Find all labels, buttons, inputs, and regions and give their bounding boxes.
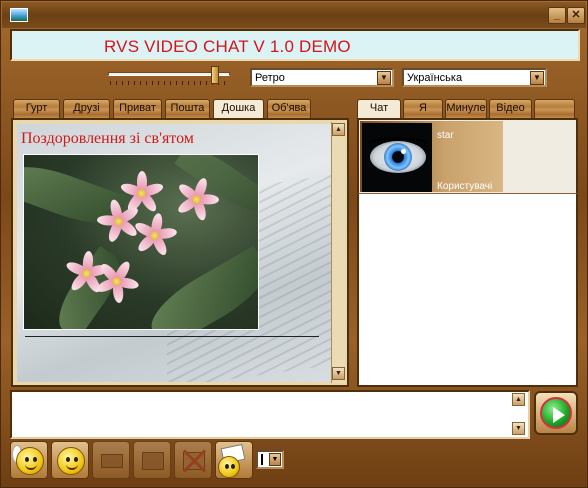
board-panel: Поздоровлення зі св'ятом ▲ ▼	[11, 118, 349, 387]
tab-chat[interactable]: Чат	[357, 99, 401, 118]
chevron-down-icon[interactable]: ▼	[530, 71, 544, 85]
smiley-button[interactable]	[51, 441, 89, 479]
angel-smiley-icon	[16, 447, 44, 475]
user-list-panel: star Користувачі	[357, 118, 578, 193]
tab-me[interactable]: Я	[403, 99, 443, 118]
controls-row: Ретро ▼ Українська ▼	[10, 63, 580, 93]
tab-friends[interactable]: Друзі	[63, 99, 110, 118]
bottom-toolbar: ▼	[10, 441, 580, 481]
greeting-card-button[interactable]	[215, 441, 253, 479]
tab-private[interactable]: Приват	[113, 99, 162, 118]
volume-slider-thumb[interactable]	[211, 66, 219, 84]
divider	[25, 336, 319, 337]
tab-extra[interactable]	[534, 99, 575, 118]
smiley-icon	[57, 447, 85, 475]
tab-mail[interactable]: Пошта	[165, 99, 210, 118]
header-panel: RVS VIDEO CHAT V 1.0 DEMO	[10, 29, 580, 61]
font-size-select[interactable]: ▼	[256, 450, 284, 469]
style-select-value: Ретро	[255, 72, 285, 84]
scroll-down-icon[interactable]: ▼	[332, 367, 345, 380]
tab-video[interactable]: Відео	[489, 99, 532, 118]
send-button[interactable]	[534, 391, 578, 435]
box-button[interactable]	[133, 441, 171, 479]
chat-messages-panel[interactable]	[357, 193, 578, 387]
app-icon	[10, 8, 28, 22]
board-heading: Поздоровлення зі св'ятом	[21, 130, 194, 147]
user-name: star	[437, 130, 454, 141]
box-icon	[142, 452, 164, 470]
play-circle-icon	[540, 397, 572, 429]
user-card[interactable]: star Користувачі	[360, 121, 503, 192]
board-scrollbar[interactable]: ▲ ▼	[331, 122, 345, 383]
message-input[interactable]	[10, 390, 530, 439]
scroll-up-icon[interactable]: ▲	[512, 393, 525, 406]
tab-history[interactable]: Минуле	[445, 99, 487, 118]
message-scrollbar[interactable]: ▲ ▼	[512, 393, 526, 436]
scroll-down-icon[interactable]: ▼	[512, 422, 525, 435]
app-window: _ ✕ RVS VIDEO CHAT V 1.0 DEMO Ретро ▼ Ук…	[0, 0, 588, 488]
angel-smiley-button[interactable]	[10, 441, 48, 479]
envelope-icon	[101, 454, 123, 468]
tab-announcements[interactable]: Об'ява	[267, 99, 311, 118]
block-user-button[interactable]	[174, 441, 212, 479]
avatar[interactable]	[362, 123, 432, 192]
minimize-button[interactable]: _	[548, 7, 566, 24]
title-bar[interactable]: _ ✕	[2, 2, 586, 28]
flower-photo	[23, 154, 259, 330]
chevron-down-icon[interactable]: ▼	[269, 453, 281, 466]
chevron-down-icon[interactable]: ▼	[377, 71, 391, 85]
tab-board[interactable]: Дошка	[213, 99, 264, 118]
style-select[interactable]: Ретро ▼	[250, 68, 394, 87]
block-user-icon	[181, 448, 207, 474]
scroll-up-icon[interactable]: ▲	[332, 123, 345, 136]
close-button[interactable]: ✕	[567, 7, 585, 24]
tab-group[interactable]: Гурт	[13, 99, 60, 118]
language-select[interactable]: Українська ▼	[402, 68, 547, 87]
smiley-icon	[218, 456, 240, 478]
language-select-value: Українська	[407, 72, 463, 84]
app-title: RVS VIDEO CHAT V 1.0 DEMO	[104, 37, 351, 56]
envelope-button[interactable]	[92, 441, 130, 479]
board-post: Поздоровлення зі св'ятом	[17, 124, 333, 382]
user-role: Користувачі	[437, 181, 493, 192]
